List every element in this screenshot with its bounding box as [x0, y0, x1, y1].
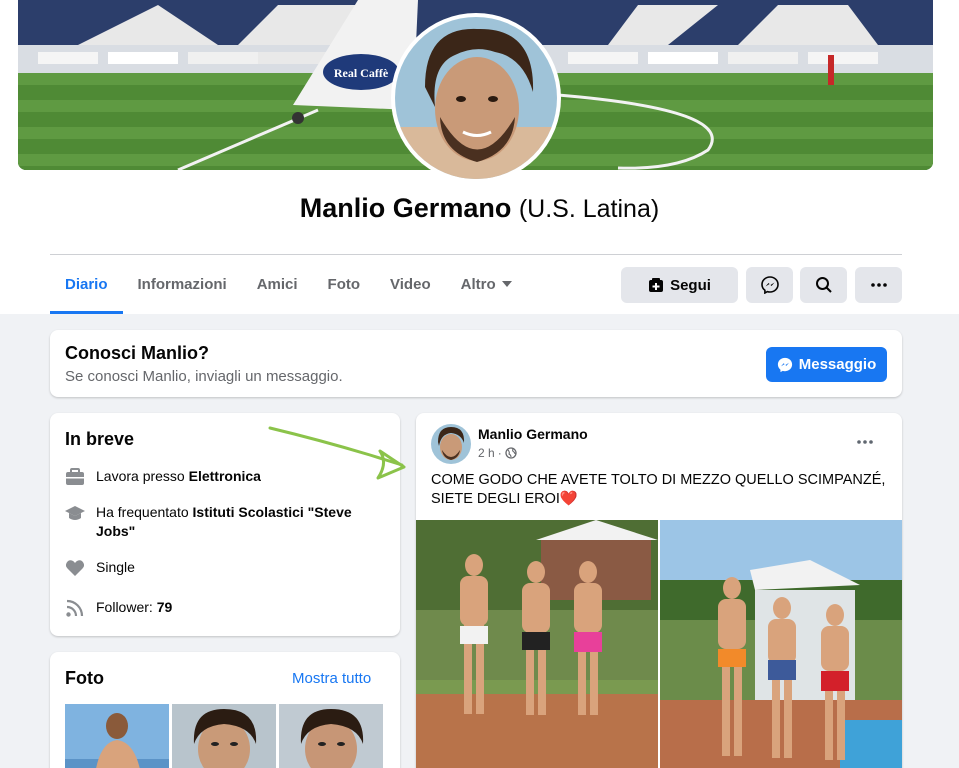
intro-card: In breve Lavora presso Elettronica Ha fr… [50, 413, 400, 636]
intro-followers-count[interactable]: 79 [157, 599, 173, 615]
know-card-subtitle: Se conosci Manlio, inviagli un messaggio… [65, 368, 343, 385]
photos-card: Foto Mostra tutto [50, 652, 400, 768]
messenger-icon [760, 276, 779, 294]
post-text: COME GODO CHE AVETE TOLTO DI MEZZO QUELL… [431, 472, 886, 507]
follow-label: Segui [670, 276, 711, 294]
intro-followers-label: Follower: [96, 599, 157, 615]
cover-sign-text: Real Caffè [334, 66, 389, 80]
follow-button[interactable]: Segui [621, 267, 738, 303]
tab-foto[interactable]: Foto [313, 262, 375, 314]
globe-icon [505, 447, 517, 459]
more-dots-icon [857, 440, 873, 444]
intro-work-prefix: Lavora presso [96, 468, 189, 484]
know-card-title: Conosci Manlio? [65, 343, 209, 363]
post-photo[interactable] [416, 520, 658, 768]
rss-feed-icon [66, 599, 84, 617]
profile-name-main: Manlio Germano [299, 193, 512, 223]
post-author-name[interactable]: Manlio Germano [478, 426, 588, 442]
message-button[interactable]: Messaggio [766, 347, 887, 382]
profile-name: Manlio Germano (U.S. Latina) [0, 193, 959, 224]
know-person-card: Conosci Manlio? Se conosci Manlio, invia… [50, 330, 902, 397]
intro-followers: Follower: 79 [65, 598, 386, 618]
intro-work-place[interactable]: Elettronica [189, 468, 261, 484]
intro-relationship: Single [65, 558, 386, 578]
caret-down-icon [501, 281, 512, 287]
photos-title: Foto [65, 668, 104, 688]
profile-tabs: Diario Informazioni Amici Foto Video Alt… [50, 262, 527, 314]
post-photo-grid [416, 520, 902, 768]
intro-relationship-text: Single [96, 559, 135, 575]
photo-thumbnail[interactable] [279, 704, 383, 768]
post-options-button[interactable] [856, 431, 874, 447]
post-timestamp[interactable]: 2 h · [478, 446, 517, 460]
intro-education: Ha frequentato Istituti Scolastici "Stev… [65, 503, 386, 541]
post-photo[interactable] [660, 520, 902, 768]
follow-icon [649, 278, 664, 292]
tab-video[interactable]: Video [375, 262, 446, 314]
messenger-button[interactable] [746, 267, 793, 303]
photo-thumbnail[interactable] [65, 704, 169, 768]
tab-altro[interactable]: Altro [446, 262, 527, 314]
post-time-text: 2 h [478, 446, 495, 460]
post-time-separator: · [497, 446, 502, 460]
tab-informazioni[interactable]: Informazioni [123, 262, 242, 314]
post-card: Manlio Germano 2 h · COME GODO CHE AVETE… [416, 413, 902, 768]
post-author-avatar[interactable] [431, 424, 471, 464]
see-all-photos-link[interactable]: Mostra tutto [292, 670, 371, 687]
tab-diario[interactable]: Diario [50, 262, 123, 314]
messenger-icon [777, 357, 792, 372]
more-dots-icon [870, 283, 887, 287]
intro-title: In breve [65, 429, 135, 449]
graduation-cap-icon [65, 506, 85, 520]
tab-amici[interactable]: Amici [242, 262, 313, 314]
header-divider [50, 254, 902, 255]
search-button[interactable] [800, 267, 847, 303]
message-button-label: Messaggio [798, 356, 877, 373]
intro-work: Lavora presso Elettronica [65, 467, 386, 487]
intro-study-prefix: Ha frequentato [96, 504, 193, 520]
heart-icon [65, 560, 85, 576]
search-icon [815, 277, 832, 293]
profile-alt-name: (U.S. Latina) [518, 195, 660, 223]
more-options-button[interactable] [855, 267, 902, 303]
photo-thumbnail[interactable] [172, 704, 276, 768]
profile-picture[interactable] [391, 13, 561, 183]
briefcase-icon [66, 468, 84, 485]
tab-altro-label: Altro [460, 276, 496, 293]
